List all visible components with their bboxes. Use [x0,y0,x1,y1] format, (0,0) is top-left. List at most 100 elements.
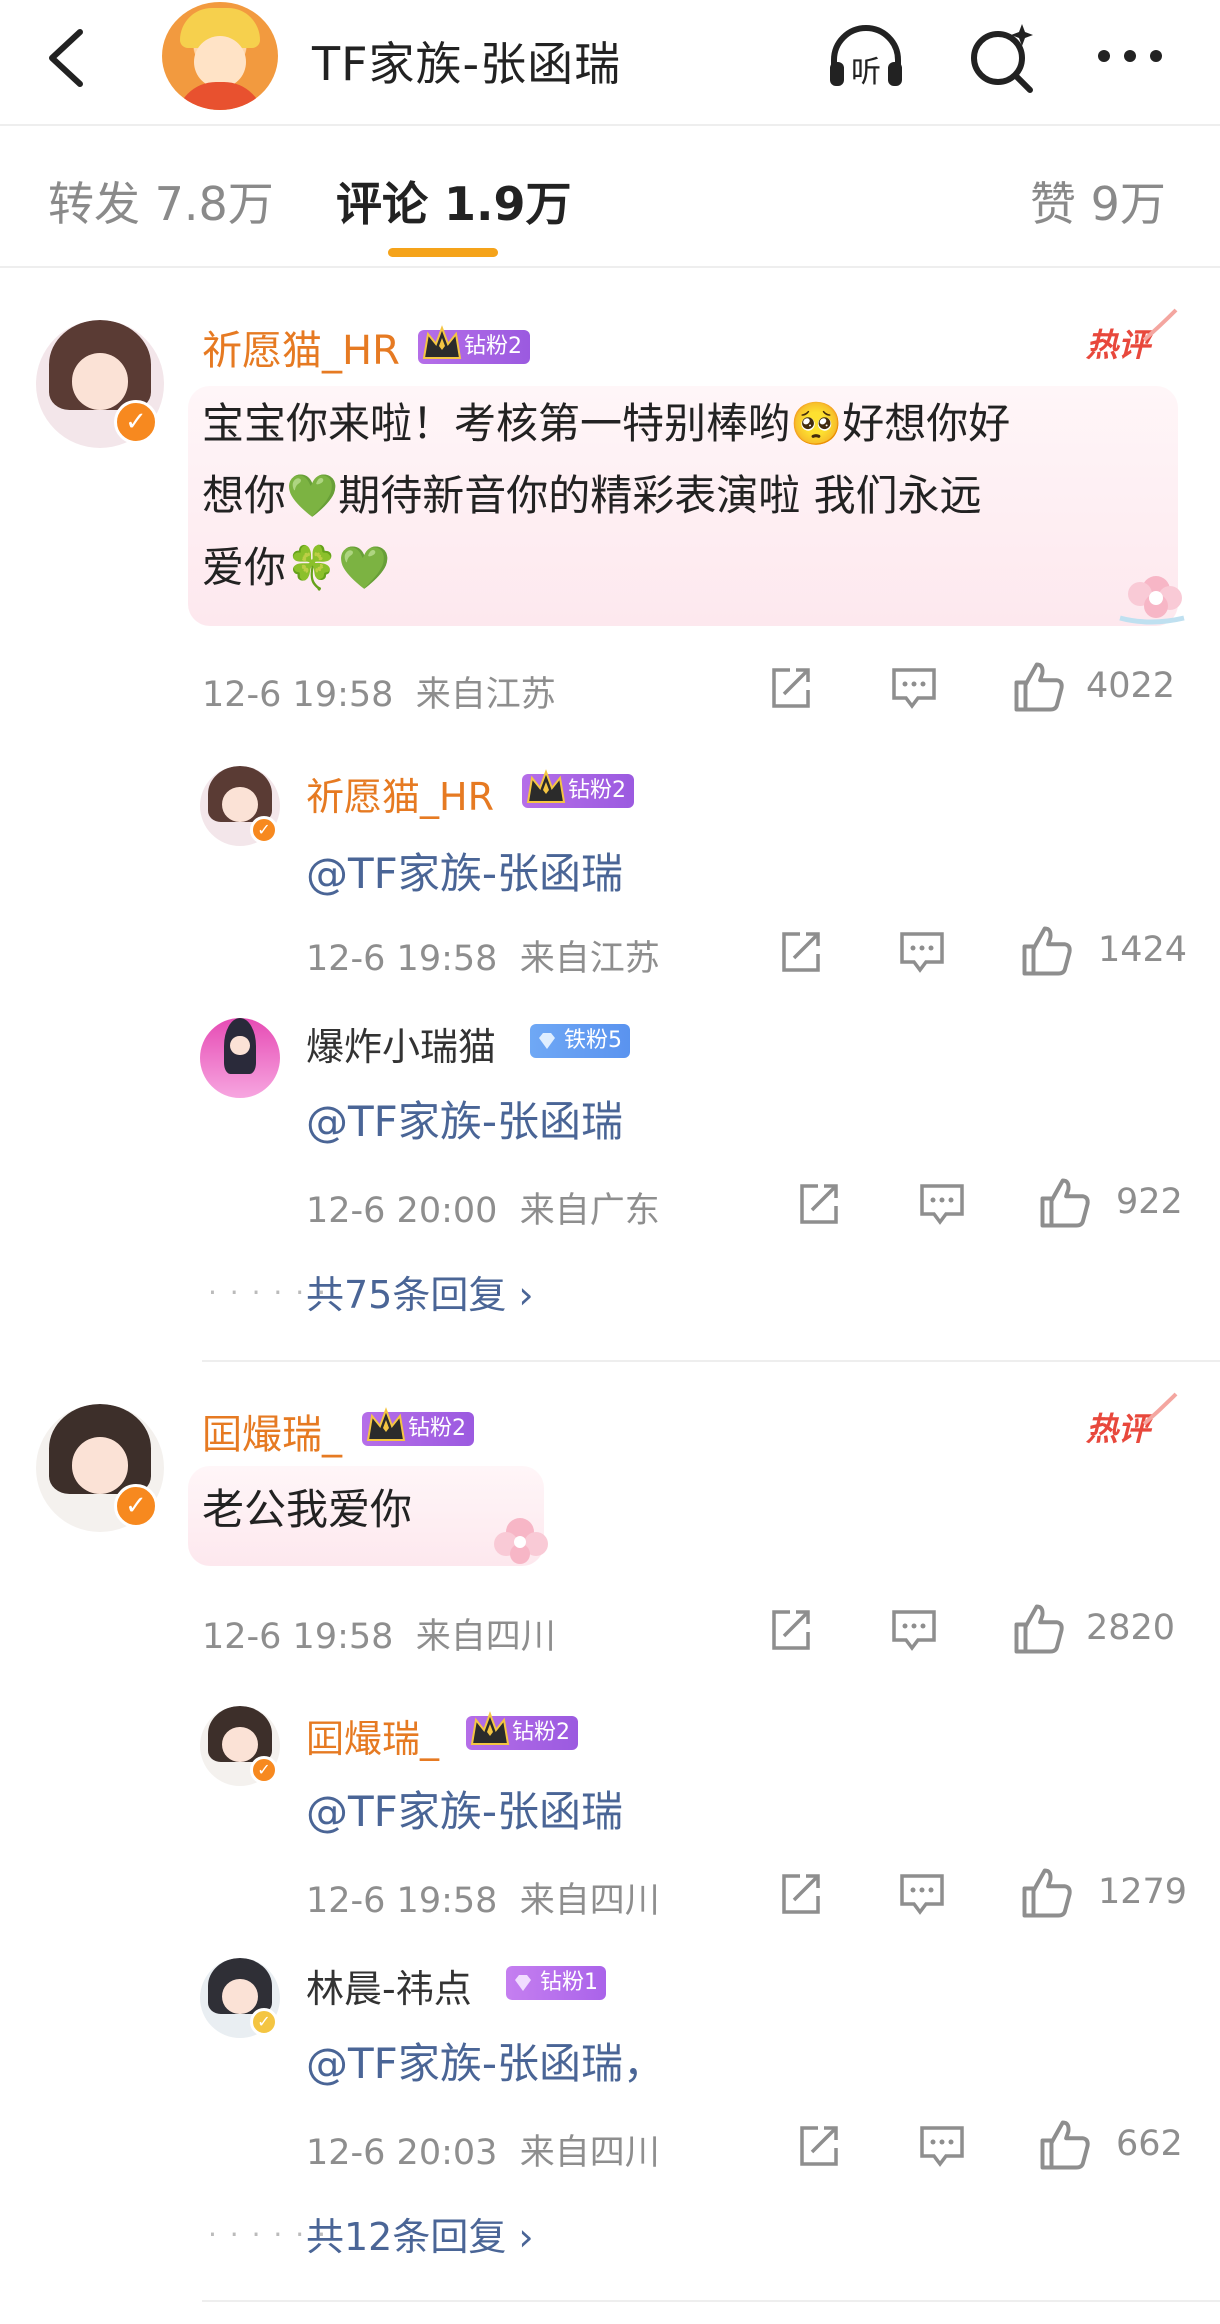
thumbs-up-icon[interactable] [1020,1866,1074,1920]
timestamp: 12-6 19:58 [202,675,394,715]
fan-badge: 铁粉5 [530,1024,630,1058]
fan-badge-label: 钻粉2 [568,778,626,803]
reply-meta: 12-6 19:58 来自四川 [306,1872,660,1923]
diamond-icon [539,1033,555,1049]
comment-icon[interactable] [898,1870,946,1918]
comment-line: 宝宝你来啦！考核第一特别棒哟🥺好想你好 [202,399,1011,448]
crown-icon [470,1711,510,1745]
comment-icon[interactable] [918,2122,966,2170]
reply-text[interactable]: @TF家族-张函瑞 [306,840,623,901]
verified-badge-icon: ✓ [114,400,158,444]
fan-badge-label: 钻粉2 [408,1416,466,1441]
reply-text[interactable]: @TF家族-张函瑞， [306,2030,665,2091]
thumbs-up-icon[interactable] [1038,1176,1092,1230]
fan-badge-label: 钻粉2 [512,1720,570,1745]
location: 来自江苏 [415,675,556,715]
fan-badge-label: 铁粉5 [564,1028,622,1053]
view-more-replies[interactable]: 共12条回复 › [306,2206,534,2261]
comment-icon[interactable] [898,928,946,976]
thumbs-up-icon[interactable] [1012,1602,1066,1656]
thumbs-up-icon[interactable] [1038,2118,1092,2172]
share-icon[interactable] [794,2122,842,2170]
share-icon[interactable] [776,928,824,976]
fan-badge-label: 钻粉2 [464,334,522,359]
location: 来自广东 [519,1191,660,1231]
avatar[interactable] [200,1018,280,1098]
like-count: 4022 [1086,666,1176,706]
account-avatar[interactable] [162,2,278,110]
fan-badge: 钻粉2 [466,1711,578,1750]
timestamp: 12-6 19:58 [306,939,498,979]
reply-author[interactable]: 祈愿猫_HR [306,766,494,821]
comment-divider [202,2300,1220,2302]
fan-badge: 钻粉1 [506,1966,606,2000]
top-bar: TF家族-张函瑞 听 [0,0,1220,120]
crown-icon [422,325,462,359]
view-more-replies[interactable]: 共75条回复 › [306,1264,534,1319]
comment-author[interactable]: 祈愿猫_HR [202,318,400,376]
reply-author[interactable]: 囸熶瑞_ [306,1708,439,1763]
timestamp: 12-6 19:58 [202,1617,394,1657]
timestamp: 12-6 20:00 [306,1191,498,1231]
comment-line: 想你💚期待新音你的精彩表演啦 我们永远 [202,471,982,520]
verified-badge-icon: ✓ [250,816,278,844]
verified-badge-icon: ✓ [250,1756,278,1784]
comment-icon[interactable] [918,1180,966,1228]
comment-text: 老公我爱你 [202,1474,412,1546]
share-icon[interactable] [766,664,814,712]
tab-repost[interactable]: 转发 7.8万 [48,168,274,234]
share-icon[interactable] [766,1606,814,1654]
hot-swoosh-icon [1142,1392,1178,1426]
tab-comments[interactable]: 评论 1.9万 [336,168,572,234]
headphones-icon[interactable]: 听 [826,18,906,98]
verified-badge-icon: ✓ [250,2008,278,2036]
reply-meta: 12-6 19:58 来自江苏 [306,930,660,981]
location: 来自四川 [519,1881,660,1921]
crown-icon [366,1407,406,1441]
location: 来自四川 [415,1617,556,1657]
fan-badge: 钻粉2 [522,769,634,808]
timestamp: 12-6 19:58 [306,1881,498,1921]
reply-author[interactable]: 林晨-祎点 [306,1958,472,2013]
listen-label: 听 [851,55,881,90]
account-title[interactable]: TF家族-张函瑞 [312,28,621,94]
like-count: 922 [1116,1182,1183,1222]
like-count: 1424 [1098,930,1188,970]
header-divider [0,124,1220,126]
tabs-divider [0,266,1220,268]
crown-icon [526,769,566,803]
comment-meta: 12-6 19:58 来自江苏 [202,666,556,717]
comment-meta: 12-6 19:58 来自四川 [202,1608,556,1659]
reply-text[interactable]: @TF家族-张函瑞 [306,1088,623,1149]
more-dots-icon[interactable] [1090,18,1170,98]
reply-author[interactable]: 爆炸小瑞猫 [306,1016,496,1071]
like-count: 1279 [1098,1872,1188,1912]
comment-author[interactable]: 囸熶瑞_ [202,1402,342,1460]
thumbs-up-icon[interactable] [1020,924,1074,978]
fan-badge-label: 钻粉1 [540,1970,598,1995]
back-chevron-icon[interactable] [38,18,98,98]
flower-sticker-icon [494,1518,548,1564]
active-tab-indicator [388,248,498,257]
sparkle-search-icon[interactable] [964,18,1044,98]
comment-icon[interactable] [890,1606,938,1654]
verified-badge-icon: ✓ [114,1484,158,1528]
reply-meta: 12-6 20:00 来自广东 [306,1182,660,1233]
comment-divider [202,1360,1220,1362]
thumbs-up-icon[interactable] [1012,660,1066,714]
reply-text[interactable]: @TF家族-张函瑞 [306,1778,623,1839]
share-icon[interactable] [776,1870,824,1918]
timestamp: 12-6 20:03 [306,2133,498,2173]
reply-meta: 12-6 20:03 来自四川 [306,2124,660,2175]
tab-likes[interactable]: 赞 9万 [1030,168,1166,234]
comment-text: 宝宝你来啦！考核第一特别棒哟🥺好想你好 想你💚期待新音你的精彩表演啦 我们永远 … [202,388,1010,604]
fan-badge: 钻粉2 [362,1407,474,1446]
comment-line: 爱你🍀💚 [202,543,391,592]
location: 来自江苏 [519,939,660,979]
like-count: 662 [1116,2124,1183,2164]
like-count: 2820 [1086,1608,1176,1648]
flower-sticker-icon [1119,576,1185,625]
comment-line: 老公我爱你 [202,1485,413,1534]
comment-icon[interactable] [890,664,938,712]
share-icon[interactable] [794,1180,842,1228]
